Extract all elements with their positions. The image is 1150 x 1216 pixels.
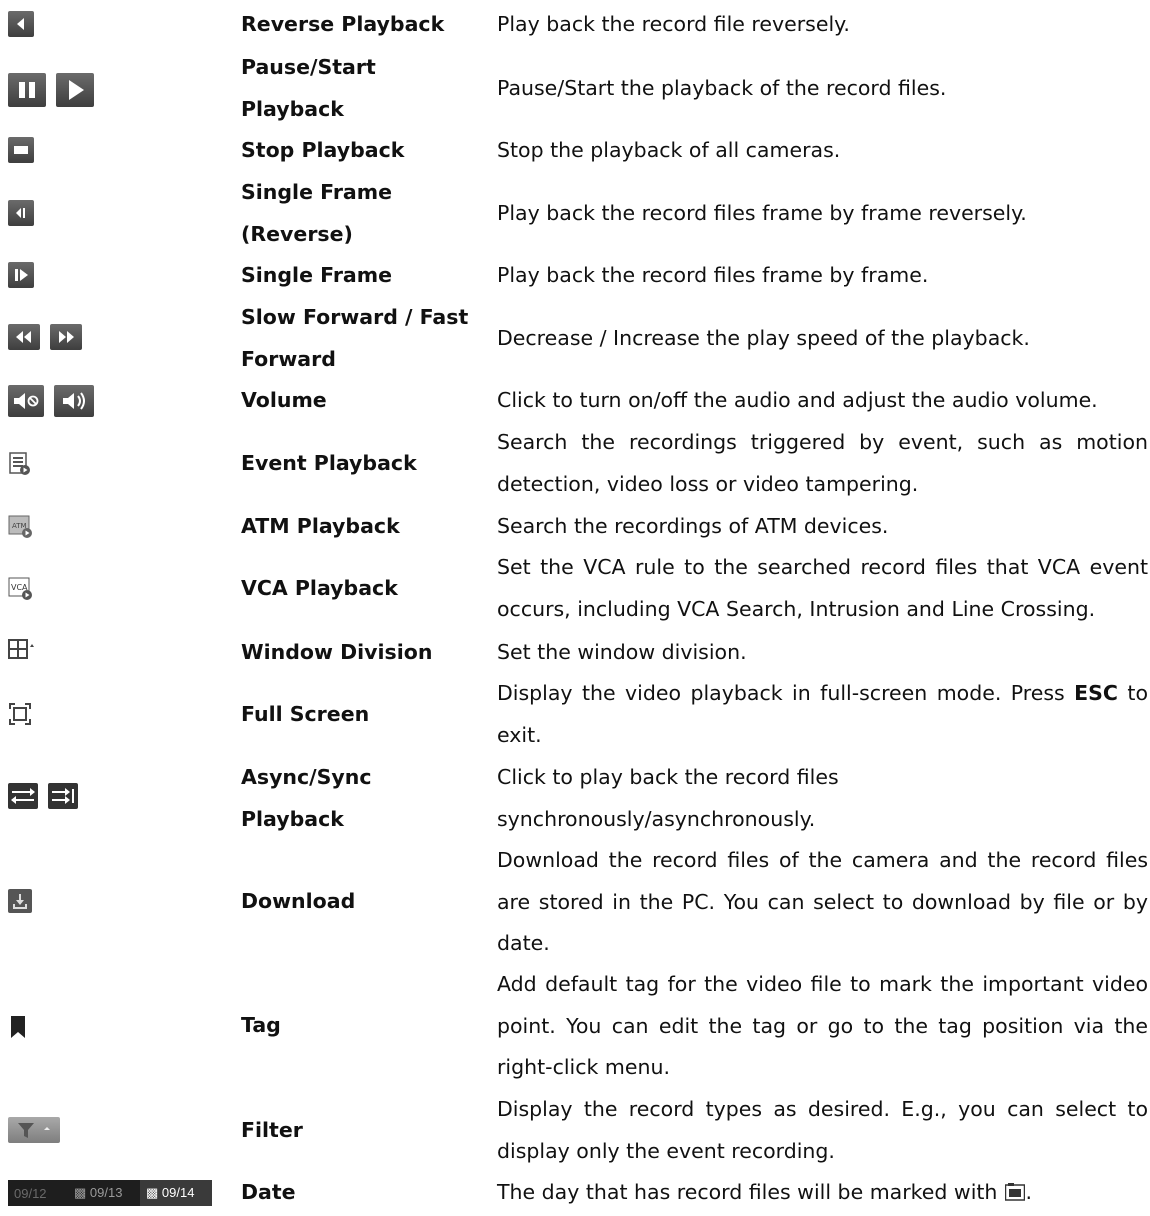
function-name: Window Division [241,640,433,664]
fast-forward-icon [50,324,82,350]
function-name: Async/Sync Playback [241,765,372,831]
function-name: Filter [241,1118,303,1142]
function-description: Search the recordings of ATM devices. [497,514,889,538]
function-name: Tag [241,1013,281,1037]
function-description: Play back the record file reversely. [497,12,850,36]
function-description: Display the record types as desired. E.g… [497,1097,1148,1163]
play-icon [56,73,94,107]
function-description: Add default tag for the video file to ma… [497,972,1148,1079]
download-icon [8,889,32,913]
date-selected[interactable]: ▩ 09/14 [140,1180,212,1206]
function-description: Search the recordings triggered by event… [497,430,1148,496]
window-division-icon [8,639,36,661]
record-marker-icon [1005,1174,1026,1201]
function-description: Display the video playback in full-scree… [497,681,1148,747]
function-description: Pause/Start the playback of the record f… [497,76,947,100]
function-description: Play back the record files frame by fram… [497,263,929,287]
function-name: Single Frame [241,263,393,287]
function-name: ATM Playback [241,514,400,538]
function-name: VCA Playback [241,576,398,600]
single-frame-reverse-icon [8,200,34,226]
function-name: Event Playback [241,451,417,475]
function-description: Set the VCA rule to the searched record … [497,555,1148,621]
pause-icon [8,73,46,107]
slow-forward-icon [8,324,40,350]
single-frame-icon [8,262,34,288]
function-description: Click to turn on/off the audio and adjus… [497,388,1098,412]
tag-icon [8,1015,28,1039]
sync-playback-icon [48,783,78,809]
date-no-record[interactable]: 09/12 [8,1186,74,1201]
function-name: Download [241,889,356,913]
stop-icon [8,137,34,163]
atm-playback-icon: ATM [8,515,34,539]
async-playback-icon [8,783,38,809]
vca-playback-icon: VCA [8,577,34,601]
function-name: Pause/Start Playback [241,55,376,121]
event-playback-icon [8,452,32,476]
function-description: The day that has record files will be ma… [497,1172,1148,1214]
function-name: Reverse Playback [241,12,445,36]
function-name: Volume [241,388,327,412]
function-description: Stop the playback of all cameras. [497,138,841,162]
filter-icon [8,1117,60,1143]
function-description: Set the window division. [497,640,747,664]
function-description: Play back the record files frame by fram… [497,201,1027,225]
volume-icon [54,385,94,417]
date-bar[interactable]: 09/12 ▩ 09/13 ▩ 09/14 [8,1180,212,1206]
function-name: Single Frame (Reverse) [241,180,393,246]
function-name: Date [241,1180,296,1204]
date-with-record[interactable]: ▩ 09/13 [74,1185,140,1201]
function-description: Click to play back the record files sync… [497,765,839,831]
function-description: Decrease / Increase the play speed of th… [497,326,1030,350]
function-name: Full Screen [241,702,370,726]
function-name: Stop Playback [241,138,405,162]
mute-icon [8,385,44,417]
function-name: Slow Forward / Fast Forward [241,305,469,371]
full-screen-icon [8,702,32,726]
reverse-playback-icon [8,11,34,37]
function-description: Download the record files of the camera … [497,848,1148,955]
